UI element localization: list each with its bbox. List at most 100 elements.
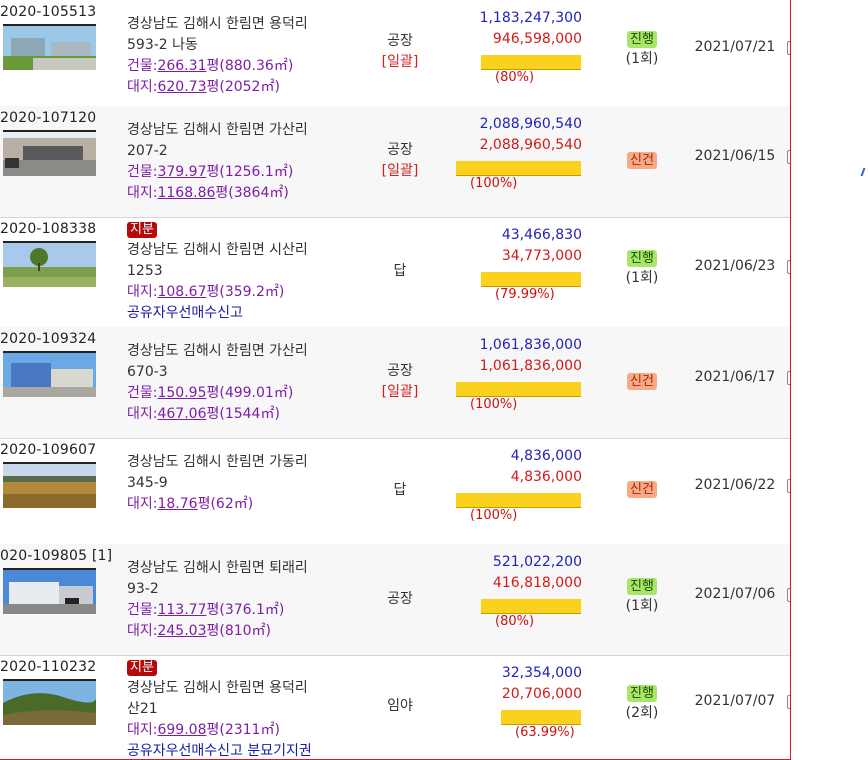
address-line-1[interactable]: 경상남도 김해시 한림면 가산리 bbox=[127, 341, 308, 362]
auction-date: 2021/06/17 bbox=[694, 368, 776, 385]
listing-row[interactable]: 2020-107120 경상남도 김해시 한림면 가산리 207-2 건물:379.9… bbox=[0, 106, 790, 218]
address-block: 지분 경상남도 김해시 한림면 시산리 1253 대지:108.67평(359.2㎡)… bbox=[127, 219, 308, 324]
land-area: 대지:620.73평(2052㎡) bbox=[127, 79, 280, 95]
row-action-button[interactable] bbox=[787, 370, 790, 385]
auction-round: (1회) bbox=[625, 270, 659, 286]
lump-sale-label: [일괄] bbox=[381, 162, 419, 179]
building-pyeong-link[interactable]: 379.97 bbox=[157, 164, 206, 180]
address-block: 경상남도 김해시 한림면 용덕리 593-2 나동건물:266.31평(880.3… bbox=[127, 14, 308, 98]
page-edge-mark bbox=[860, 168, 866, 176]
case-number[interactable]: 2020-108338 bbox=[0, 221, 96, 237]
row-action-button[interactable] bbox=[787, 149, 790, 164]
land-pyeong-link[interactable]: 108.67 bbox=[157, 284, 206, 300]
minimum-price: 416,818,000 bbox=[492, 575, 582, 591]
appraisal-price: 1,183,247,300 bbox=[479, 10, 582, 26]
special-note: 공유자우선매수신고 bbox=[127, 305, 243, 321]
address-block: 경상남도 김해시 한림면 가산리 207-2 건물:379.97평(1256.1㎡)… bbox=[127, 120, 308, 204]
property-photo[interactable] bbox=[3, 568, 96, 614]
appraisal-price: 1,061,836,000 bbox=[479, 337, 582, 353]
minimum-price: 2,088,960,540 bbox=[479, 137, 582, 153]
address-line-1[interactable]: 경상남도 김해시 한림면 가산리 bbox=[127, 120, 308, 141]
appraisal-price: 4,836,000 bbox=[510, 448, 582, 464]
auction-date: 2021/07/06 bbox=[694, 585, 776, 602]
building-pyeong-link[interactable]: 266.31 bbox=[157, 58, 206, 74]
address-line-1[interactable]: 경상남도 김해시 한림면 가동리 bbox=[127, 452, 308, 473]
land-pyeong-link[interactable]: 18.76 bbox=[157, 496, 197, 512]
address-line-1[interactable]: 경상남도 김해시 한림면 시산리 bbox=[127, 240, 308, 261]
price-ratio: (80%) bbox=[495, 70, 535, 85]
building-pyeong-link[interactable]: 113.77 bbox=[157, 602, 206, 618]
price-ratio: (100%) bbox=[470, 176, 518, 191]
status-badge: 진행 bbox=[627, 250, 657, 267]
property-use: 공장 bbox=[387, 590, 413, 607]
price-ratio: (63.99%) bbox=[515, 725, 575, 740]
row-action-button[interactable] bbox=[787, 260, 790, 274]
building-area: 건물:113.77평(376.1㎡) bbox=[127, 602, 285, 618]
property-photo[interactable] bbox=[3, 241, 96, 287]
price-ratio: (100%) bbox=[470, 508, 518, 523]
listing-row[interactable]: 2020-108338 지분 경상남도 김해시 한림면 시산리 1253 대지:108.… bbox=[0, 217, 790, 328]
auction-status: 진행 (1회) bbox=[612, 29, 672, 69]
price-ratio-bar bbox=[481, 55, 581, 70]
auction-status: 신건 bbox=[612, 371, 672, 391]
land-pyeong-link[interactable]: 245.03 bbox=[157, 623, 206, 639]
land-pyeong-link[interactable]: 467.06 bbox=[157, 406, 206, 422]
building-area: 건물:379.97평(1256.1㎡) bbox=[127, 164, 294, 180]
case-number[interactable]: 2020-110232 bbox=[0, 659, 96, 675]
listing-row[interactable]: 2020-109324 경상남도 김해시 한림면 가산리 670-3 건물:150.9… bbox=[0, 327, 790, 439]
address-block: 경상남도 김해시 한림면 가동리 345-9 대지:18.76평(62㎡) bbox=[127, 452, 308, 515]
status-badge: 신건 bbox=[627, 151, 657, 169]
auction-date: 2021/07/07 bbox=[694, 693, 776, 709]
land-pyeong-link[interactable]: 1168.86 bbox=[157, 185, 215, 201]
building-pyeong-link[interactable]: 150.95 bbox=[157, 385, 206, 401]
price-ratio: (100%) bbox=[470, 397, 518, 412]
property-photo[interactable] bbox=[3, 24, 96, 70]
property-use: 공장 [일괄] bbox=[365, 140, 435, 182]
lump-sale-label: [일괄] bbox=[381, 54, 419, 70]
property-photo[interactable] bbox=[3, 679, 96, 725]
property-use: 답 bbox=[393, 482, 407, 498]
property-use: 답 bbox=[393, 263, 407, 279]
case-number[interactable]: 2020-109324 bbox=[0, 331, 96, 347]
row-action-button[interactable] bbox=[787, 41, 790, 55]
auction-status: 진행 (2회) bbox=[612, 683, 672, 723]
address-line-1[interactable]: 경상남도 김해시 한림면 용덕리 bbox=[127, 14, 308, 35]
auction-date: 2021/06/22 bbox=[694, 477, 776, 493]
land-area: 대지:1168.86평(3864㎡) bbox=[127, 185, 289, 201]
property-photo[interactable] bbox=[3, 351, 96, 397]
building-area: 건물:150.95평(499.01㎡) bbox=[127, 385, 294, 401]
row-action-button[interactable] bbox=[787, 479, 790, 493]
price-ratio-bar bbox=[481, 272, 581, 287]
case-number[interactable]: 2020-105513 bbox=[0, 4, 96, 20]
land-area: 대지:245.03평(810㎡) bbox=[127, 623, 272, 639]
case-number[interactable]: 020-109805 [1] bbox=[0, 548, 112, 564]
auction-status: 진행 (1회) bbox=[612, 576, 672, 616]
price-block: 1,183,247,300 946,598,000 bbox=[440, 8, 582, 50]
listing-row[interactable]: 2020-109607 경상남도 김해시 한림면 가동리 345-9 대지:18.76… bbox=[0, 438, 790, 545]
auction-round: (2회) bbox=[625, 705, 659, 721]
row-action-button[interactable] bbox=[787, 587, 790, 602]
property-photo[interactable] bbox=[3, 462, 96, 508]
row-action-button[interactable] bbox=[787, 695, 790, 709]
case-number[interactable]: 2020-107120 bbox=[0, 110, 96, 126]
listing-row[interactable]: 2020-110232 지분 경상남도 김해시 한림면 용덕리 산21 대지:699.0… bbox=[0, 655, 790, 759]
property-use: 임야 bbox=[387, 698, 413, 714]
land-pyeong-link[interactable]: 620.73 bbox=[157, 79, 206, 95]
listing-row[interactable]: 2020-105513 경상남도 김해시 한림면 용덕리 593-2 나동건물:26… bbox=[0, 0, 790, 107]
address-block: 경상남도 김해시 한림면 퇴래리 93-2 건물:113.77평(376.1㎡) 대지… bbox=[127, 558, 308, 642]
address-line-1[interactable]: 경상남도 김해시 한림면 용덕리 bbox=[127, 678, 312, 699]
share-tag: 지분 bbox=[127, 660, 157, 676]
land-area: 대지:467.06평(1544㎡) bbox=[127, 406, 280, 422]
land-pyeong-link[interactable]: 699.08 bbox=[157, 722, 206, 738]
case-number[interactable]: 2020-109607 bbox=[0, 442, 96, 458]
address-line-1[interactable]: 경상남도 김해시 한림면 퇴래리 bbox=[127, 558, 308, 579]
appraisal-price: 32,354,000 bbox=[501, 665, 582, 681]
listing-row[interactable]: 020-109805 [1] 경상남도 김해시 한림면 퇴래리 93-2 건물:113… bbox=[0, 544, 790, 656]
address-block: 지분 경상남도 김해시 한림면 용덕리 산21 대지:699.08평(2311㎡) 공유… bbox=[127, 657, 312, 759]
address-block: 경상남도 김해시 한림면 가산리 670-3 건물:150.95평(499.01㎡)… bbox=[127, 341, 308, 425]
building-area: 건물:266.31평(880.36㎡) bbox=[127, 58, 294, 74]
minimum-price: 20,706,000 bbox=[501, 686, 582, 702]
property-photo[interactable] bbox=[3, 130, 96, 176]
price-ratio-bar bbox=[501, 710, 581, 725]
address-line-2: 593-2 나동 bbox=[127, 37, 198, 53]
